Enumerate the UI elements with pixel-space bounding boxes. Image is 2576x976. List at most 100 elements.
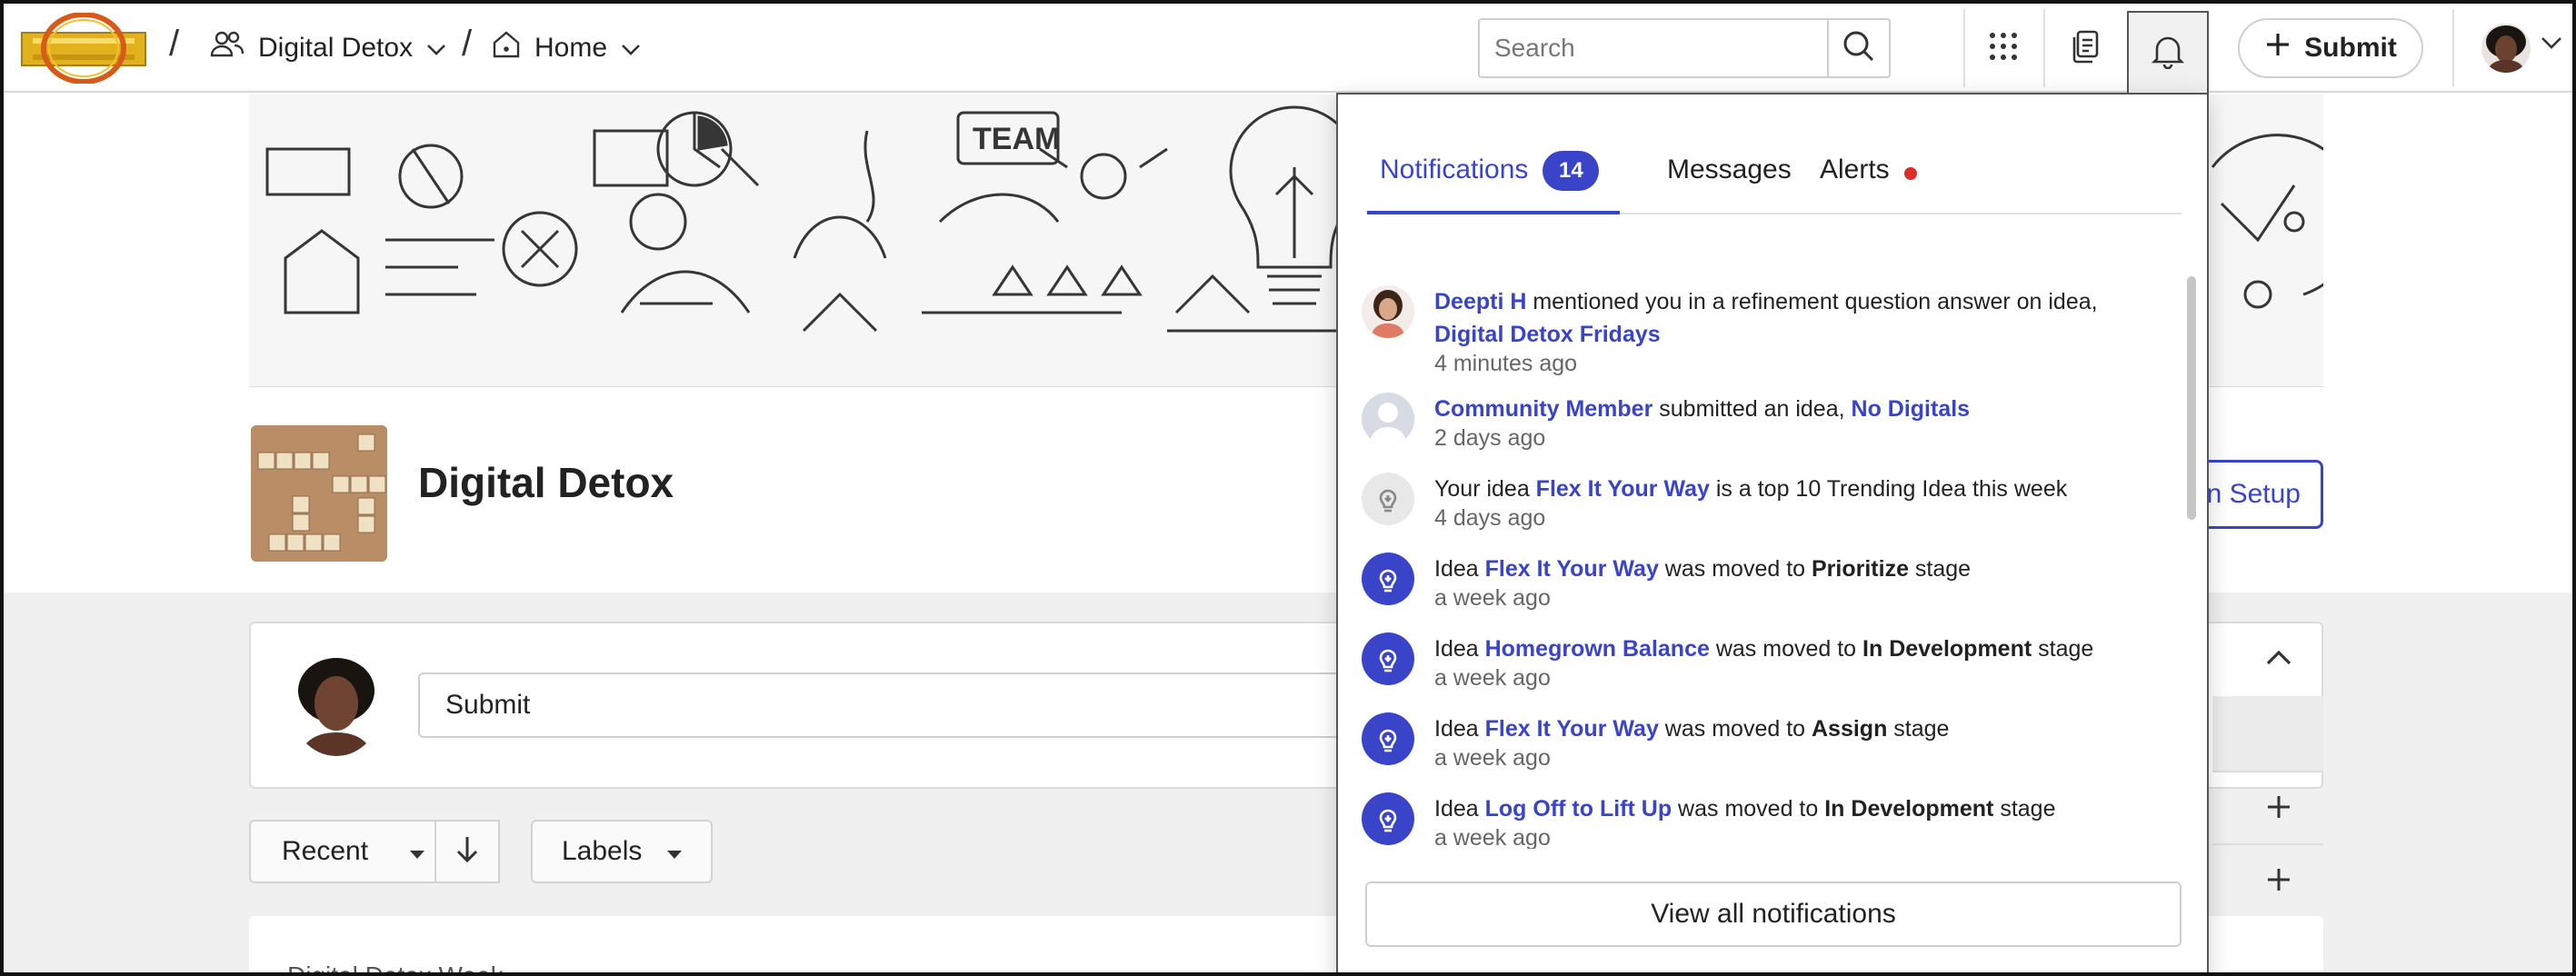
arrow-down-icon bbox=[455, 835, 479, 869]
labels-dropdown[interactable]: Labels bbox=[531, 820, 713, 883]
documents-icon bbox=[2070, 29, 2101, 68]
tab-alerts-label: Alerts bbox=[1820, 154, 1890, 184]
notification-text: Community Member submitted an idea, No D… bbox=[1434, 393, 2162, 425]
tab-messages[interactable]: Messages bbox=[1667, 145, 1792, 214]
documents-button[interactable] bbox=[2045, 11, 2125, 85]
apps-button[interactable] bbox=[1963, 11, 2043, 85]
notification-time: a week ago bbox=[1434, 585, 1551, 611]
lightbulb-icon bbox=[1362, 712, 1414, 765]
notification-text: Deepti H mentioned you in a refinement q… bbox=[1434, 285, 2162, 351]
divider bbox=[2212, 771, 2323, 772]
tab-alerts[interactable]: Alerts bbox=[1820, 145, 1917, 214]
bell-icon bbox=[2151, 33, 2185, 74]
notification-time: a week ago bbox=[1434, 745, 1551, 771]
notification-time: a week ago bbox=[1434, 665, 1551, 691]
idea-link[interactable]: Flex It Your Way bbox=[1485, 716, 1659, 742]
chevron-down-icon bbox=[425, 33, 447, 64]
app-frame: / Digital Detox / Home Search Submit TEA… bbox=[0, 0, 2576, 976]
idea-link[interactable]: Flex It Your Way bbox=[1536, 476, 1710, 502]
plus-icon[interactable] bbox=[2265, 791, 2292, 829]
list-item-title[interactable]: Digital Detox Week bbox=[287, 961, 504, 972]
notification-time: 4 minutes ago bbox=[1434, 351, 1578, 376]
idea-link[interactable]: Log Off to Lift Up bbox=[1485, 796, 1672, 822]
chevron-down-icon bbox=[620, 33, 642, 64]
actor-link[interactable]: Community Member bbox=[1434, 396, 1652, 422]
notification-message: submitted an idea, bbox=[1652, 396, 1852, 422]
caret-down-icon bbox=[665, 836, 684, 867]
community-title: Digital Detox bbox=[418, 459, 674, 506]
stage-name: In Development bbox=[1824, 796, 1994, 822]
notification-message: Your idea bbox=[1434, 476, 1536, 502]
notification-message: stage bbox=[1908, 556, 1972, 582]
stage-name: In Development bbox=[1862, 636, 2032, 662]
labels-label: Labels bbox=[562, 836, 643, 866]
home-icon bbox=[491, 29, 522, 67]
breadcrumb-home-label: Home bbox=[534, 33, 608, 63]
chevron-up-icon[interactable] bbox=[2265, 649, 2292, 672]
notifications-button[interactable] bbox=[2127, 11, 2209, 93]
idea-link[interactable]: Flex It Your Way bbox=[1485, 556, 1659, 582]
notification-message: Idea bbox=[1434, 796, 1485, 822]
users-icon bbox=[209, 29, 245, 67]
notification-message: mentioned you in a refinement question a… bbox=[1526, 289, 2098, 314]
top-nav: / Digital Detox / Home Search Submit bbox=[4, 4, 2572, 93]
deepti-avatar bbox=[1362, 285, 1414, 338]
sidebar-section bbox=[2212, 696, 2323, 771]
breadcrumb-community-label: Digital Detox bbox=[258, 33, 414, 63]
tab-messages-label: Messages bbox=[1667, 154, 1792, 184]
lightbulb-icon bbox=[1362, 792, 1414, 845]
notification-message: Idea bbox=[1434, 556, 1485, 582]
scrollbar-thumb[interactable] bbox=[2187, 276, 2196, 520]
notification-text: Idea Flex It Your Way was moved to Prior… bbox=[1434, 553, 2162, 585]
user-avatar[interactable] bbox=[2481, 24, 2531, 73]
actor-link[interactable]: Deepti H bbox=[1434, 289, 1526, 314]
notifications-panel: Notifications 14 Messages Alerts Deepti … bbox=[1336, 93, 2209, 972]
notifications-tabs: Notifications 14 Messages Alerts bbox=[1367, 145, 2182, 214]
search-icon bbox=[1842, 29, 1876, 68]
stage-name: Assign bbox=[1812, 716, 1888, 742]
search-button[interactable] bbox=[1827, 20, 1889, 76]
breadcrumb-home[interactable]: Home bbox=[491, 27, 642, 69]
notification-time: a week ago bbox=[1434, 825, 1551, 849]
header-submit-label: Submit bbox=[2304, 33, 2397, 63]
search-box bbox=[1478, 18, 1891, 78]
notifications-count-badge: 14 bbox=[1543, 151, 1600, 191]
caret-down-icon bbox=[408, 836, 426, 867]
chevron-down-icon[interactable] bbox=[2540, 35, 2563, 55]
alert-dot bbox=[1903, 167, 1917, 180]
notification-message: Idea bbox=[1434, 636, 1485, 662]
notification-message: was moved to bbox=[1658, 716, 1812, 742]
default-user-avatar bbox=[1362, 393, 1414, 445]
divider bbox=[2452, 9, 2454, 87]
plus-icon[interactable] bbox=[2265, 863, 2292, 901]
current-user-avatar bbox=[291, 654, 382, 756]
idea-link[interactable]: Digital Detox Fridays bbox=[1434, 322, 1661, 347]
lightbulb-icon bbox=[1362, 632, 1414, 685]
notifications-list: Deepti H mentioned you in a refinement q… bbox=[1358, 276, 2172, 849]
notification-time: 2 days ago bbox=[1434, 425, 1546, 451]
notification-message: stage bbox=[1887, 716, 1950, 742]
brand-logo[interactable] bbox=[20, 12, 147, 85]
header-submit-button[interactable]: Submit bbox=[2238, 18, 2423, 78]
notification-text: Your idea Flex It Your Way is a top 10 T… bbox=[1434, 473, 2162, 505]
idea-link[interactable]: No Digitals bbox=[1852, 396, 1971, 422]
breadcrumb-separator: / bbox=[169, 24, 180, 64]
notification-message: was moved to bbox=[1658, 556, 1812, 582]
idea-link[interactable]: Homegrown Balance bbox=[1485, 636, 1710, 662]
notification-text: Idea Flex It Your Way was moved to Assig… bbox=[1434, 712, 2162, 745]
view-all-notifications-button[interactable]: View all notifications bbox=[1365, 881, 2182, 947]
lightbulb-icon bbox=[1362, 553, 1414, 605]
tab-notifications-label: Notifications bbox=[1380, 154, 1529, 184]
stage-name: Prioritize bbox=[1812, 556, 1909, 582]
notification-message: stage bbox=[1993, 796, 2056, 822]
sort-direction-button[interactable] bbox=[434, 820, 498, 883]
tab-notifications[interactable]: Notifications 14 bbox=[1367, 145, 1620, 214]
notification-time: 4 days ago bbox=[1434, 505, 1546, 531]
community-thumbnail bbox=[251, 425, 387, 562]
divider bbox=[2212, 843, 2323, 845]
svg-text:TEAM: TEAM bbox=[973, 122, 1060, 156]
grid-icon bbox=[1988, 31, 2019, 66]
search-input[interactable] bbox=[1480, 20, 1827, 76]
sort-label: Recent bbox=[282, 836, 369, 866]
breadcrumb-community[interactable]: Digital Detox bbox=[209, 27, 447, 69]
